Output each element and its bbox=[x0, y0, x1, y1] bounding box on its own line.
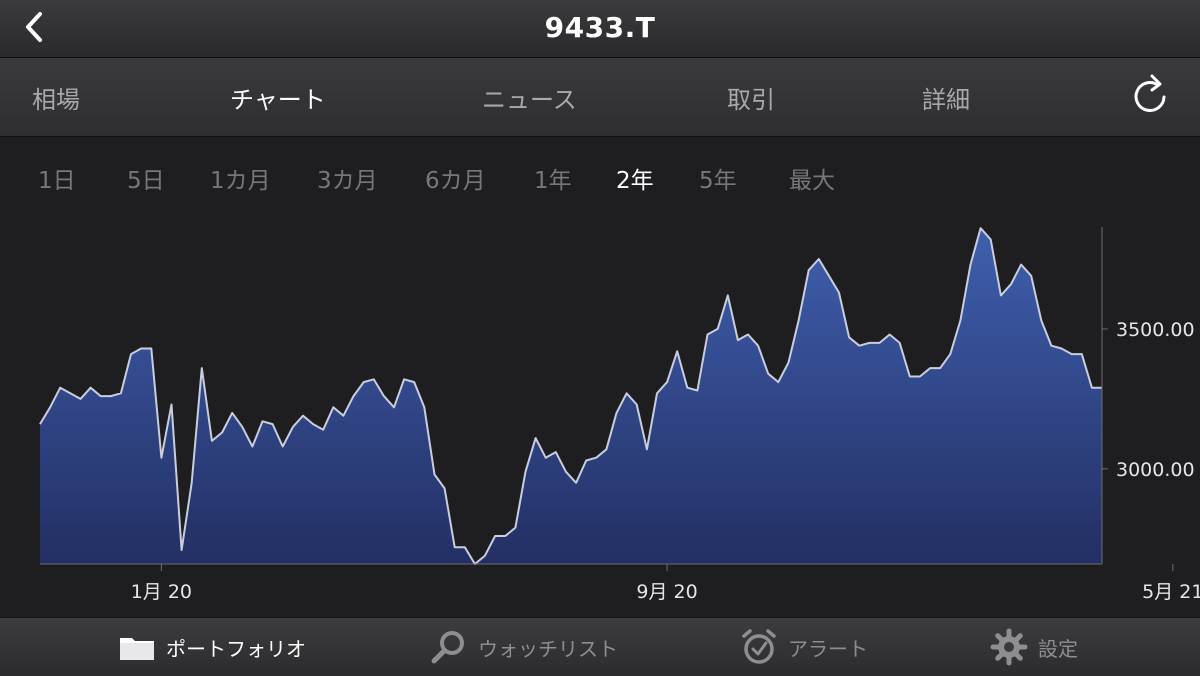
price-chart[interactable]: 3000.00 3500.00 1月 20 9月 20 5月 21 bbox=[0, 217, 1200, 617]
x-tick-label: 9月 20 bbox=[636, 581, 697, 603]
y-tick-label: 3500.00 bbox=[1116, 319, 1195, 341]
range-5y[interactable]: 5年 bbox=[699, 161, 737, 195]
range-max[interactable]: 最大 bbox=[789, 161, 835, 195]
range-5d[interactable]: 5日 bbox=[127, 161, 165, 195]
nav-alert-label: アラート bbox=[788, 636, 868, 661]
nav-watchlist-label: ウォッチリスト bbox=[478, 636, 618, 661]
range-1m[interactable]: 1カ月 bbox=[210, 161, 271, 195]
refresh-icon bbox=[1134, 74, 1166, 112]
price-chart-svg: 3000.00 3500.00 1月 20 9月 20 5月 21 bbox=[39, 227, 1200, 603]
x-tick-label: 1月 20 bbox=[131, 581, 192, 603]
nav-watchlist[interactable]: ウォッチリスト bbox=[430, 618, 618, 676]
nav-alert[interactable]: アラート bbox=[740, 618, 868, 676]
nav-settings-label: 設定 bbox=[1038, 636, 1078, 661]
title-bar: 9433.T bbox=[0, 0, 1200, 58]
range-1y[interactable]: 1年 bbox=[534, 161, 572, 195]
tab-news[interactable]: ニュース bbox=[482, 80, 577, 115]
gear-icon bbox=[990, 628, 1028, 666]
nav-portfolio[interactable]: ポートフォリオ bbox=[118, 618, 306, 676]
tab-quote[interactable]: 相場 bbox=[32, 80, 80, 115]
bottom-navigation: ポートフォリオ ウォッチリスト アラート 設定 bbox=[0, 617, 1200, 676]
folder-icon bbox=[120, 638, 154, 660]
tab-chart[interactable]: チャート bbox=[230, 80, 326, 115]
page-title: 9433.T bbox=[544, 11, 656, 44]
tab-details[interactable]: 詳細 bbox=[922, 80, 970, 115]
range-2y[interactable]: 2年 bbox=[616, 161, 654, 195]
range-selector: 1日 5日 1カ月 3カ月 6カ月 1年 2年 5年 最大 bbox=[0, 137, 1200, 217]
alarm-clock-icon bbox=[742, 629, 776, 664]
y-tick-label: 3000.00 bbox=[1116, 459, 1195, 481]
nav-settings[interactable]: 設定 bbox=[990, 618, 1078, 676]
tab-bar: 相場 チャート ニュース 取引 詳細 bbox=[0, 58, 1200, 137]
x-tick-label: 5月 21 bbox=[1142, 581, 1200, 603]
refresh-button[interactable] bbox=[1128, 72, 1172, 118]
magnifier-icon bbox=[431, 631, 464, 664]
range-3m[interactable]: 3カ月 bbox=[317, 161, 378, 195]
tab-trade[interactable]: 取引 bbox=[727, 80, 775, 115]
range-6m[interactable]: 6カ月 bbox=[425, 161, 486, 195]
nav-portfolio-label: ポートフォリオ bbox=[166, 636, 306, 661]
range-1d[interactable]: 1日 bbox=[38, 161, 76, 195]
